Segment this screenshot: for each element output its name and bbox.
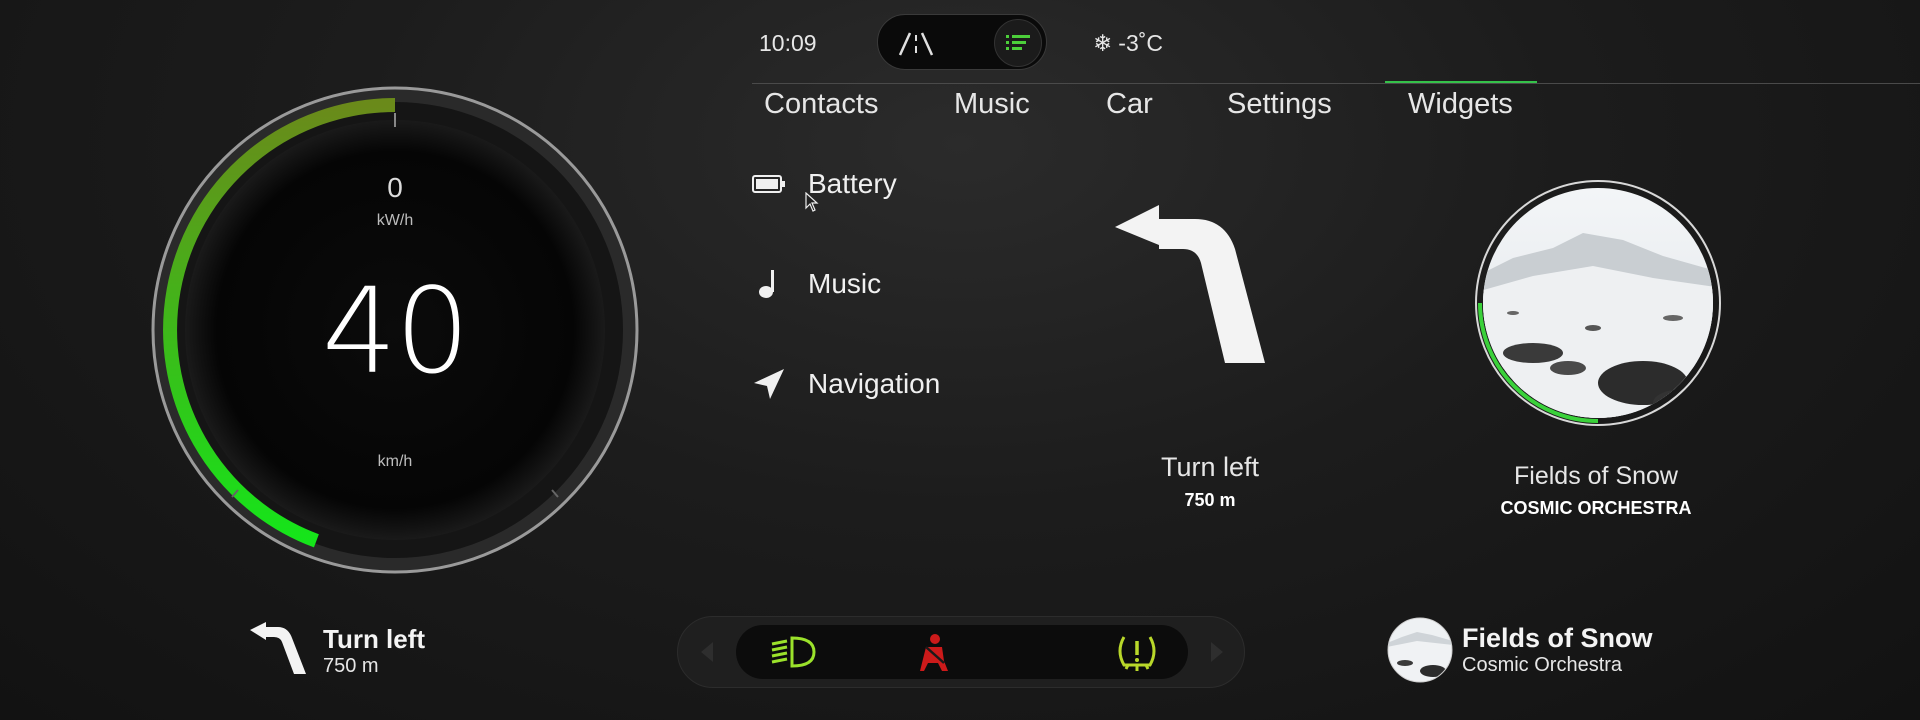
- power-unit: kW/h: [376, 212, 414, 229]
- widget-item-label: Battery: [808, 168, 897, 199]
- tire-pressure-warning-icon: [1118, 636, 1156, 671]
- tab-music[interactable]: Music: [954, 88, 1030, 121]
- seatbelt-warning-icon: [920, 634, 948, 671]
- chevron-left-icon[interactable]: [693, 637, 723, 667]
- telltale-icons: [736, 625, 1188, 679]
- drive-mode-toggle[interactable]: [877, 14, 1047, 70]
- widget-item-label: Navigation: [808, 368, 941, 399]
- song-title: Fields of Snow: [1514, 462, 1678, 490]
- music-note-icon: [752, 267, 786, 301]
- snowflake-icon: ❄: [1093, 31, 1113, 57]
- chevron-right-icon[interactable]: [1201, 637, 1231, 667]
- widget-item-label: Music: [808, 268, 882, 299]
- tab-active-indicator: [1385, 81, 1537, 83]
- mini-album-art[interactable]: [1387, 617, 1453, 683]
- widget-item-navigation[interactable]: Navigation: [752, 364, 940, 404]
- tab-settings[interactable]: Settings: [1227, 88, 1332, 121]
- mini-nav-instruction: Turn left: [323, 624, 426, 654]
- nav-distance: 750 m: [1184, 490, 1236, 510]
- list-icon: [1006, 35, 1030, 50]
- tab-car[interactable]: Car: [1106, 88, 1153, 121]
- tab-divider: [752, 83, 1920, 84]
- power-value: 0: [387, 172, 403, 203]
- tab-contacts[interactable]: Contacts: [764, 88, 878, 121]
- low-beam-headlight-icon: [771, 636, 816, 668]
- widget-item-music[interactable]: Music: [752, 264, 881, 304]
- clock: 10:09: [759, 30, 817, 56]
- temperature-value: -3˚C: [1118, 30, 1164, 56]
- telltale-bar: [677, 616, 1245, 688]
- mini-nav-distance: 750 m: [323, 655, 379, 677]
- list-view-button[interactable]: [994, 19, 1042, 67]
- road-icon[interactable]: [896, 29, 936, 57]
- mini-turn-left-icon: [250, 622, 306, 674]
- speed-value: 40: [321, 262, 470, 400]
- mini-song-artist: Cosmic Orchestra: [1462, 654, 1623, 676]
- song-artist: COSMIC ORCHESTRA: [1500, 498, 1692, 518]
- speed-unit: km/h: [377, 453, 413, 470]
- navigation-arrow-icon: [752, 367, 786, 401]
- widget-item-battery[interactable]: Battery: [752, 164, 897, 204]
- nav-instruction: Turn left: [1160, 452, 1260, 482]
- turn-left-arrow-icon: [1115, 205, 1265, 363]
- album-art-widget[interactable]: [1473, 178, 1723, 428]
- tab-widgets[interactable]: Widgets: [1408, 88, 1513, 121]
- album-cover-image: [1483, 188, 1713, 418]
- battery-icon: [752, 167, 786, 201]
- mini-song-title: Fields of Snow: [1462, 623, 1653, 653]
- outside-temperature: ❄ -3˚C: [1093, 30, 1163, 57]
- mouse-cursor-icon: [805, 192, 819, 212]
